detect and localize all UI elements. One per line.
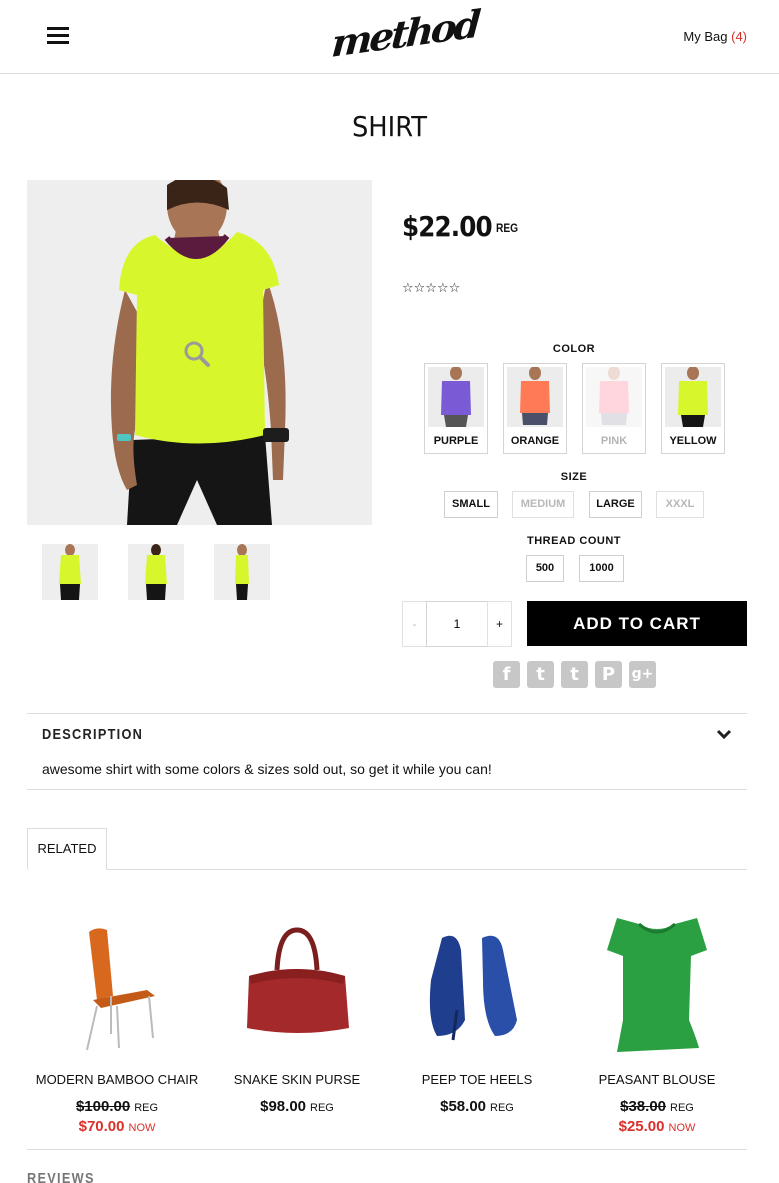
sale-price: $25.00: [618, 1118, 665, 1135]
related-product-image: [567, 910, 747, 1060]
price-tag: REG: [496, 221, 519, 235]
quantity-input[interactable]: [426, 601, 488, 647]
color-swatch-yellow[interactable]: YELLOW: [661, 363, 725, 454]
sale-price: $70.00: [78, 1118, 125, 1135]
product-main-image[interactable]: [27, 180, 372, 525]
color-label: COLOR: [552, 343, 596, 355]
old-price: $100.00: [75, 1098, 131, 1115]
page-title: SHIRT: [351, 110, 428, 143]
related-product-sale-price: $70.00 NOW: [27, 1118, 207, 1135]
site-logo[interactable]: method: [330, 1, 480, 66]
size-label: SIZE: [560, 471, 588, 483]
product-price: $22.00: [402, 210, 493, 243]
related-product-price: $58.00 REG: [387, 1098, 567, 1115]
price-tag: REG: [490, 1102, 514, 1114]
logo-text: method: [330, 1, 480, 66]
facebook-icon[interactable]: f: [493, 661, 520, 688]
swatch-label: PURPLE: [433, 435, 479, 447]
product-thumbnail[interactable]: [42, 544, 98, 600]
thread-count-label: THREAD COUNT: [527, 535, 621, 547]
related-product-image: [27, 910, 207, 1060]
color-swatch-pink[interactable]: PINK: [582, 363, 646, 454]
zoom-icon: [184, 341, 210, 367]
google-plus-icon[interactable]: g+: [629, 661, 656, 688]
related-product-card[interactable]: SNAKE SKIN PURSE $98.00 REG: [207, 910, 387, 1115]
description-title[interactable]: DESCRIPTION: [42, 726, 143, 743]
rating-stars[interactable]: ☆☆☆☆☆: [402, 280, 460, 296]
swatch-image: [428, 367, 484, 427]
sale-tag: NOW: [128, 1122, 156, 1134]
swatch-image: [586, 367, 642, 427]
related-product-card[interactable]: PEASANT BLOUSE $38.00 REG $25.00 NOW: [567, 910, 747, 1135]
swatch-image: [507, 367, 563, 427]
description-text: awesome shirt with some colors & sizes s…: [42, 761, 492, 777]
color-swatch-purple[interactable]: PURPLE: [424, 363, 488, 454]
related-product-card[interactable]: PEEP TOE HEELS $58.00 REG: [387, 910, 567, 1115]
product-thumbnail[interactable]: [214, 544, 270, 600]
thread-option-1000[interactable]: 1000: [579, 555, 624, 582]
my-bag-link[interactable]: My Bag (4): [683, 29, 747, 44]
related-product-image: [207, 910, 387, 1060]
price: $98.00: [260, 1098, 307, 1115]
old-price: $38.00: [620, 1098, 667, 1115]
related-product-card[interactable]: MODERN BAMBOO CHAIR $100.00 REG $70.00 NOW: [27, 910, 207, 1135]
related-product-name: PEASANT BLOUSE: [598, 1072, 716, 1087]
color-swatch-orange[interactable]: ORANGE: [503, 363, 567, 454]
divider: [27, 713, 747, 714]
size-option-xxxl[interactable]: XXXL: [656, 491, 704, 518]
related-product-name: PEEP TOE HEELS: [421, 1072, 533, 1087]
thread-option-500[interactable]: 500: [526, 555, 564, 582]
related-product-sale-price: $25.00 NOW: [567, 1118, 747, 1135]
related-product-old-price: $100.00 REG: [27, 1098, 207, 1115]
related-product-old-price: $38.00 REG: [567, 1098, 747, 1115]
price-tag: REG: [134, 1102, 159, 1114]
size-option-large[interactable]: LARGE: [589, 491, 642, 518]
divider: [27, 1149, 747, 1150]
tab-related[interactable]: RELATED: [27, 828, 107, 870]
related-product-image: [387, 910, 567, 1060]
tumblr-icon[interactable]: t: [561, 661, 588, 688]
my-bag-label: My Bag: [683, 29, 728, 44]
add-to-cart-button[interactable]: ADD TO CART: [527, 601, 747, 646]
price-tag: REG: [310, 1102, 334, 1114]
swatch-label: ORANGE: [510, 435, 560, 447]
reviews-title[interactable]: REVIEWS: [27, 1170, 95, 1183]
chevron-down-icon[interactable]: [715, 727, 733, 741]
product-thumbnail[interactable]: [128, 544, 184, 600]
sale-tag: NOW: [668, 1122, 696, 1134]
pinterest-icon[interactable]: P: [595, 661, 622, 688]
related-product-price: $98.00 REG: [207, 1098, 387, 1115]
twitter-icon[interactable]: t: [527, 661, 554, 688]
size-option-small[interactable]: SMALL: [444, 491, 498, 518]
quantity-increase-button[interactable]: +: [487, 601, 512, 647]
swatch-label: PINK: [600, 435, 628, 447]
size-option-medium[interactable]: MEDIUM: [512, 491, 574, 518]
swatch-label: YELLOW: [669, 435, 717, 447]
divider: [27, 789, 747, 790]
menu-icon[interactable]: [47, 27, 69, 45]
site-header: method My Bag (4): [0, 0, 779, 74]
quantity-decrease-button[interactable]: -: [402, 601, 427, 647]
tabs-divider: [27, 869, 747, 870]
related-product-name: SNAKE SKIN PURSE: [233, 1072, 361, 1087]
price: $58.00: [440, 1098, 487, 1115]
price-tag: REG: [670, 1102, 694, 1114]
related-product-name: MODERN BAMBOO CHAIR: [35, 1072, 199, 1087]
my-bag-count: (4): [731, 29, 747, 44]
swatch-image: [665, 367, 721, 427]
